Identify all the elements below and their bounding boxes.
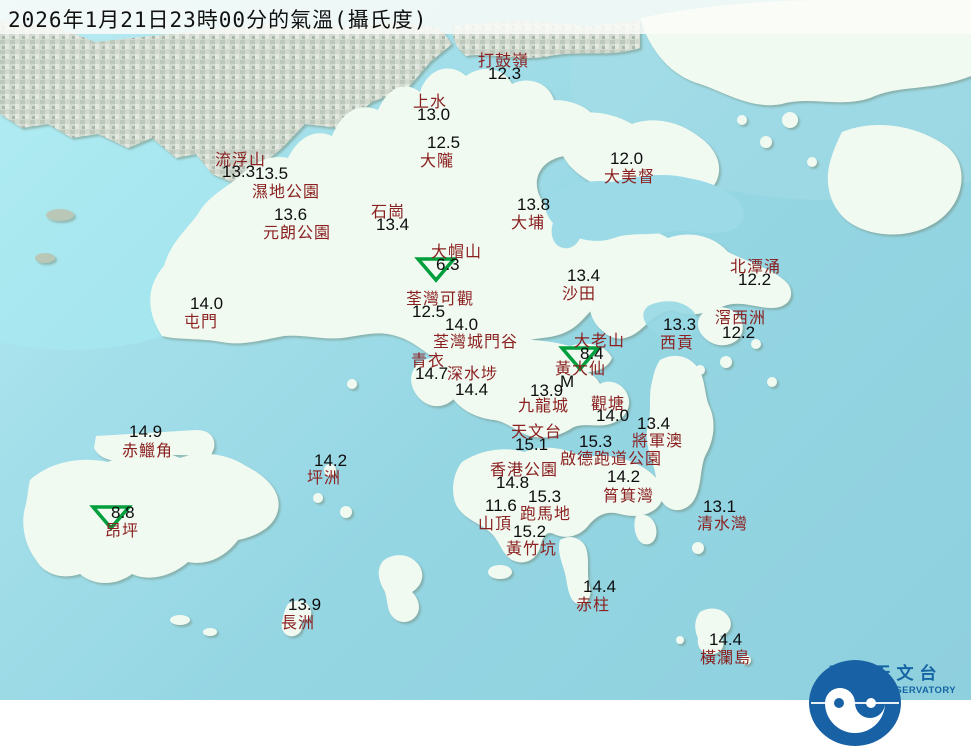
hko-logo: 香港天文台 HONG KONG OBSERVATORY xyxy=(805,658,965,746)
station-name: 北潭涌 xyxy=(730,257,782,276)
station-name: 九龍城 xyxy=(518,396,570,415)
station-name: 大帽山 xyxy=(431,242,483,261)
station-name: 筲箕灣 xyxy=(603,486,655,505)
station-name: 坪洲 xyxy=(307,468,342,487)
station-name: 滘西洲 xyxy=(715,308,767,327)
station-name: 荃灣可觀 xyxy=(406,289,475,308)
station-name: 觀塘 xyxy=(591,394,626,413)
hk-temperature-map: 2026年1月21日23時00分的氣溫(攝氏度) 12.3 打鼓嶺 13.0 上水 12… xyxy=(0,0,971,746)
stations-layer: 12.3 打鼓嶺 13.0 上水 12.5 大隴 13.3 流浮山 13.5 濕地公園 12.0 大美… xyxy=(0,0,971,700)
station-name: 啟德跑道公園 xyxy=(560,449,663,468)
station-name: 濕地公園 xyxy=(252,182,321,201)
station-name: 昂坪 xyxy=(105,521,140,540)
station-name: 橫瀾島 xyxy=(700,648,752,667)
station-name: 深水埗 xyxy=(447,364,499,383)
station-name: 西貢 xyxy=(660,333,695,352)
station-name: 大美督 xyxy=(604,167,656,186)
map-title-bar: 2026年1月21日23時00分的氣溫(攝氏度) xyxy=(0,0,971,34)
station-name: 元朗公園 xyxy=(263,223,332,242)
station-name: 石崗 xyxy=(371,202,406,221)
station-name: 天文台 xyxy=(511,422,563,441)
station-name: 沙田 xyxy=(562,284,597,303)
station-name: 黃大仙 xyxy=(555,359,607,378)
station-name: 赤鱲角 xyxy=(122,441,174,460)
station-name: 黃竹坑 xyxy=(506,539,558,558)
station-name: 打鼓嶺 xyxy=(478,51,530,70)
station-name: 青衣 xyxy=(411,351,446,370)
station-name: 香港公園 xyxy=(490,460,559,479)
station-name: 屯門 xyxy=(184,312,219,331)
station-name: 大老山 xyxy=(574,331,626,350)
map-title: 2026年1月21日23時00分的氣溫(攝氏度) xyxy=(8,8,428,32)
station-name: 荃灣城門谷 xyxy=(433,332,519,351)
station-name: 山頂 xyxy=(478,514,513,533)
station-name: 大埔 xyxy=(511,213,546,232)
station-name: 上水 xyxy=(413,92,448,111)
hko-swirl-icon xyxy=(809,660,901,746)
station-name: 跑馬地 xyxy=(520,504,572,523)
station-name: 赤柱 xyxy=(576,595,611,614)
station-name: 長洲 xyxy=(281,613,316,632)
station-name: 清水灣 xyxy=(697,514,749,533)
station-name: 大隴 xyxy=(420,151,455,170)
